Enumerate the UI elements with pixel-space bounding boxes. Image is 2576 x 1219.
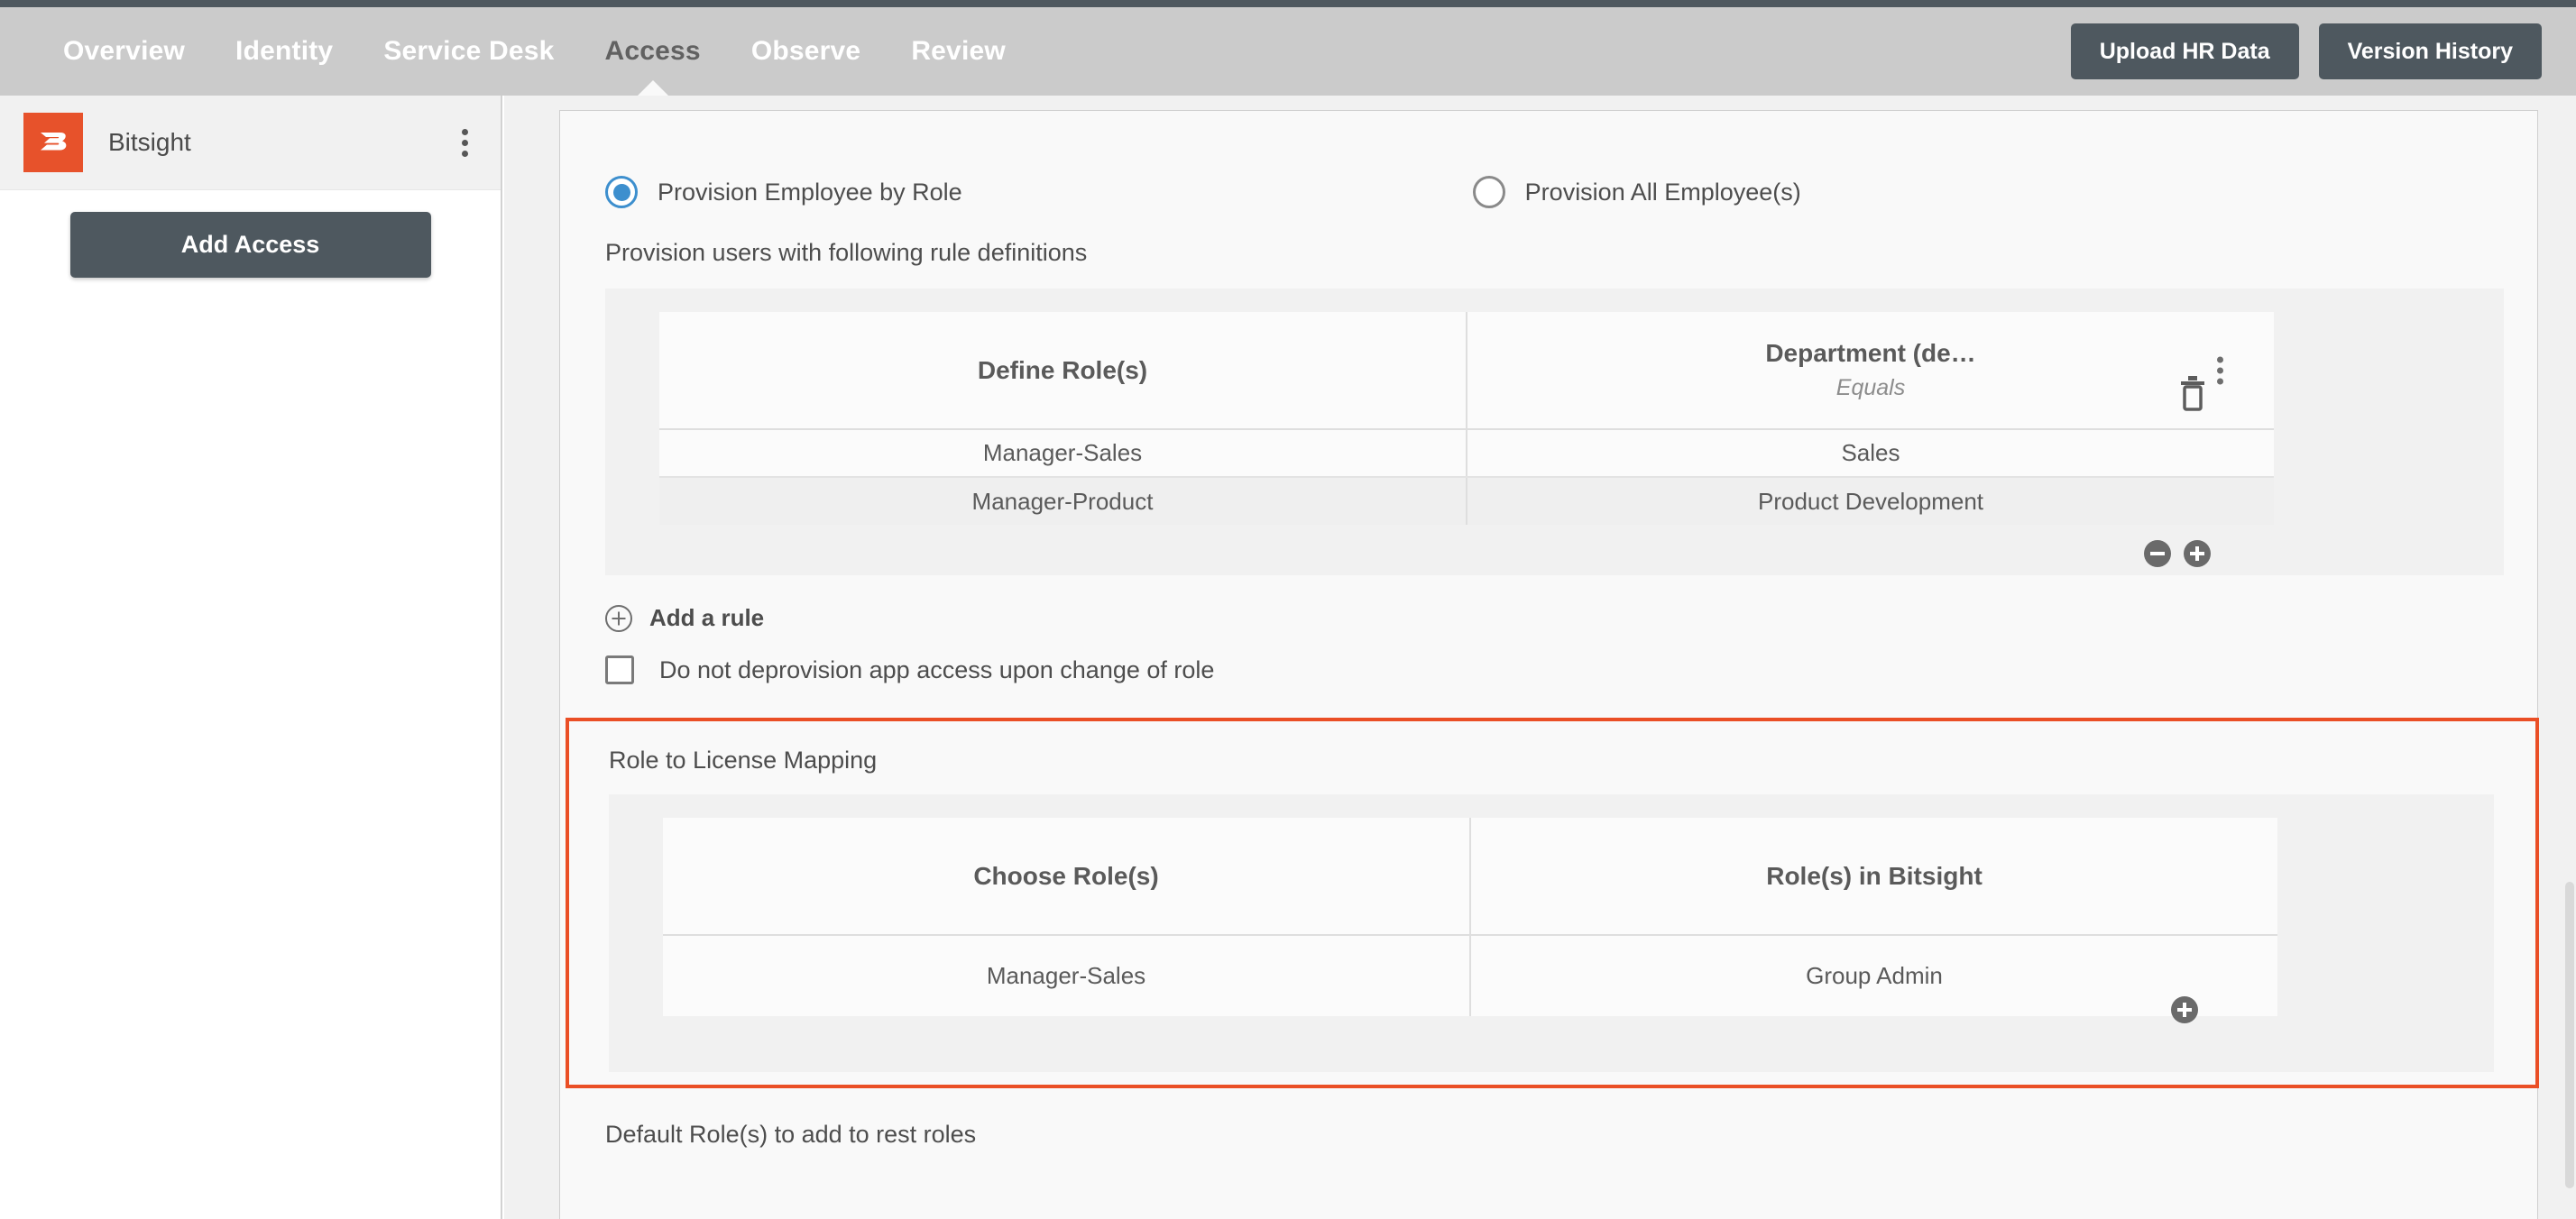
radio-label: Provision All Employee(s) xyxy=(1524,178,1801,206)
cell-role: Manager-Sales xyxy=(659,429,1467,478)
column-header-roles-in-bitsight[interactable]: Role(s) in Bitsight xyxy=(1469,818,2277,936)
app-sidebar: Bitsight Add Access xyxy=(0,96,502,1219)
add-a-rule-button[interactable]: Add a rule xyxy=(560,575,2537,632)
default-roles-label: Default Role(s) to add to rest roles xyxy=(605,1121,977,1148)
cell-role-in-bitsight: Group Admin xyxy=(1469,935,2277,1016)
table-row[interactable]: Manager-Sales Group Admin xyxy=(663,935,2277,1016)
deprovision-checkbox-row[interactable]: Do not deprovision app access upon chang… xyxy=(560,632,2537,684)
rule-row-controls xyxy=(2144,540,2211,567)
rules-section-heading: Provision users with following rule defi… xyxy=(605,239,1088,266)
nav-tab-label: Identity xyxy=(235,36,334,66)
nav-tab-review[interactable]: Review xyxy=(886,7,1031,96)
sidebar-app-header[interactable]: Bitsight xyxy=(0,96,501,190)
rule-definitions-table: Define Role(s) Department (de… Equals Ma… xyxy=(659,312,2274,525)
radio-selected-icon xyxy=(605,176,638,208)
nav-tab-access[interactable]: Access xyxy=(580,7,726,96)
column-kebab-menu-icon[interactable] xyxy=(2217,356,2223,384)
bitsight-logo-icon xyxy=(23,113,83,172)
add-access-container: Add Access xyxy=(0,190,501,278)
add-a-rule-label: Add a rule xyxy=(649,604,765,631)
add-rule-row-plus-icon[interactable] xyxy=(2184,540,2211,567)
cell-department: Product Development xyxy=(1466,477,2274,525)
nav-tab-observe[interactable]: Observe xyxy=(726,7,886,96)
active-tab-indicator-icon xyxy=(637,80,668,96)
column-header-title: Department (de… xyxy=(1765,339,1976,367)
cell-role: Manager-Product xyxy=(659,477,1467,525)
version-history-button[interactable]: Version History xyxy=(2318,23,2542,79)
remove-rule-row-minus-icon[interactable] xyxy=(2144,540,2171,567)
role-to-license-mapping-section: Role to License Mapping Choose Role(s) R… xyxy=(566,718,2539,1088)
upload-hr-data-button[interactable]: Upload HR Data xyxy=(2070,23,2299,79)
nav-action-buttons: Upload HR Data Version History xyxy=(2070,23,2576,79)
table-row[interactable]: Manager-Product Product Development xyxy=(659,477,2274,525)
window-top-strip xyxy=(0,0,2576,7)
deprovision-checkbox-label: Do not deprovision app access upon chang… xyxy=(659,655,1215,683)
role-to-license-mapping-title: Role to License Mapping xyxy=(609,747,878,774)
main-content-area: Provision Employee by Role Provision All… xyxy=(504,96,2576,1219)
radio-label: Provision Employee by Role xyxy=(658,178,962,206)
nav-tab-label: Access xyxy=(604,36,701,66)
rule-definitions-panel: Define Role(s) Department (de… Equals Ma… xyxy=(605,289,2504,575)
provision-mode-radio-group: Provision Employee by Role Provision All… xyxy=(560,111,2537,208)
column-header-choose-roles[interactable]: Choose Role(s) xyxy=(663,818,1470,936)
column-header-operator: Equals xyxy=(1835,375,1906,400)
column-header-title: Role(s) in Bitsight xyxy=(1766,861,1983,890)
delete-rule-trash-icon[interactable] xyxy=(2177,375,2208,416)
nav-tab-overview[interactable]: Overview xyxy=(38,7,210,96)
column-header-title: Define Role(s) xyxy=(977,355,1148,384)
cell-choose-role: Manager-Sales xyxy=(986,962,1146,989)
table-header-row: Define Role(s) Department (de… Equals xyxy=(659,312,2274,430)
radio-provision-all-employees[interactable]: Provision All Employee(s) xyxy=(1472,176,1801,208)
top-navigation-bar: Overview Identity Service Desk Access Ob… xyxy=(0,7,2576,96)
radio-unselected-icon xyxy=(1472,176,1505,208)
plus-circle-outline-icon xyxy=(605,604,632,632)
nav-tab-label: Review xyxy=(911,36,1006,66)
vertical-scrollbar[interactable] xyxy=(2565,882,2574,1188)
nav-tab-list: Overview Identity Service Desk Access Ob… xyxy=(0,7,1031,96)
license-mapping-panel: Choose Role(s) Role(s) in Bitsight Manag… xyxy=(609,794,2494,1072)
cell-department: Sales xyxy=(1466,429,2274,478)
nav-tab-label: Service Desk xyxy=(383,36,555,66)
license-mapping-table: Choose Role(s) Role(s) in Bitsight Manag… xyxy=(663,818,2277,1016)
table-header-row: Choose Role(s) Role(s) in Bitsight xyxy=(663,818,2277,936)
add-license-row-plus-icon[interactable] xyxy=(2171,996,2198,1023)
table-row[interactable]: Manager-Sales Sales xyxy=(659,429,2274,478)
nav-tab-identity[interactable]: Identity xyxy=(210,7,358,96)
column-header-title: Choose Role(s) xyxy=(973,861,1159,890)
deprovision-checkbox[interactable] xyxy=(605,655,634,684)
access-settings-card: Provision Employee by Role Provision All… xyxy=(559,110,2539,1219)
nav-tab-label: Observe xyxy=(750,36,861,66)
add-access-button[interactable]: Add Access xyxy=(69,212,431,278)
nav-tab-label: Overview xyxy=(63,36,186,66)
radio-provision-employee-by-role[interactable]: Provision Employee by Role xyxy=(605,176,962,208)
column-header-department[interactable]: Department (de… Equals xyxy=(1466,312,2274,430)
license-row-controls xyxy=(2171,996,2198,1023)
nav-tab-service-desk[interactable]: Service Desk xyxy=(358,7,579,96)
sidebar-kebab-menu-icon[interactable] xyxy=(453,124,477,162)
sidebar-app-name: Bitsight xyxy=(108,128,191,156)
column-header-define-roles[interactable]: Define Role(s) xyxy=(659,312,1467,430)
